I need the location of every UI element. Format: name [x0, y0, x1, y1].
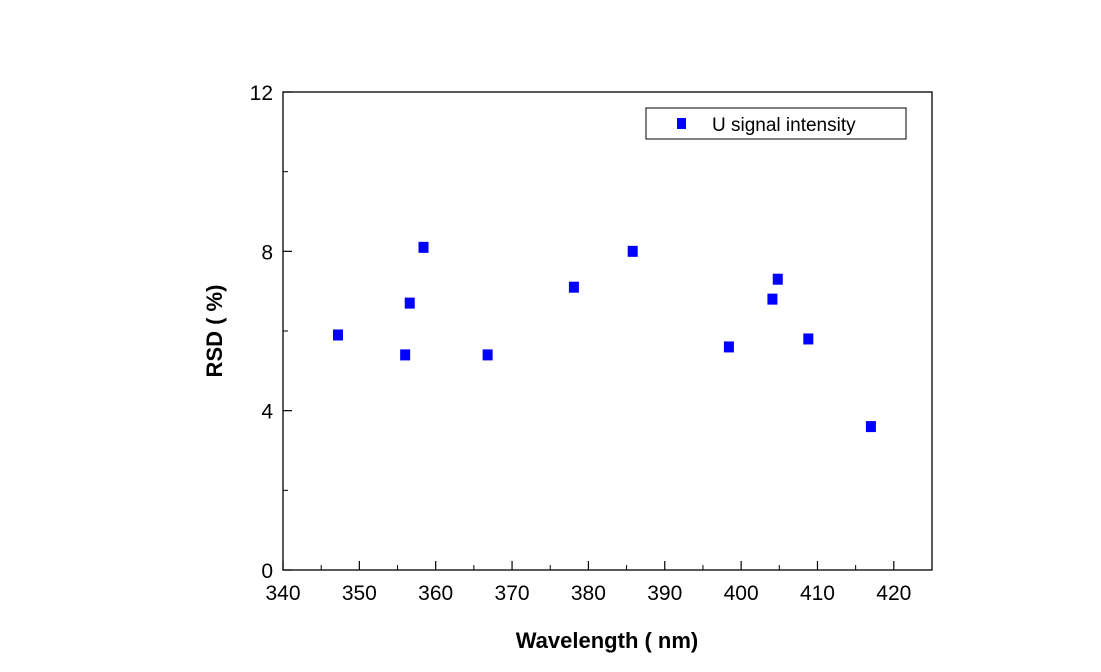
data-point [772, 273, 783, 285]
y-axis-title: RSD ( %) [202, 285, 227, 378]
data-point [723, 341, 734, 353]
data-point [404, 297, 415, 309]
scatter-chart: 340 350 360 370 380 390 400 410 420 0 4 8 12 Wavelen… [202, 82, 933, 653]
plot-frame [282, 91, 933, 571]
data-point [865, 421, 876, 433]
x-axis-title: Wavelength ( nm) [516, 628, 699, 653]
data-point [803, 333, 814, 345]
data-point [568, 281, 579, 293]
x-tick-label: 350 [342, 582, 377, 605]
x-tick-label: 370 [495, 582, 530, 605]
data-point [482, 349, 493, 361]
x-tick-label: 420 [876, 582, 911, 605]
y-tick-label: 8 [261, 241, 273, 264]
data-point [418, 241, 429, 253]
y-tick-label: 4 [261, 401, 273, 424]
y-tick-label: 0 [261, 560, 273, 583]
legend-label: U signal intensity [712, 115, 856, 136]
data-points [332, 241, 876, 433]
data-point [332, 329, 343, 341]
y-tick-label: 12 [250, 82, 273, 105]
data-point [627, 245, 638, 257]
data-point [767, 293, 778, 305]
legend: U signal intensity [645, 107, 907, 140]
x-tick-label: 410 [800, 582, 835, 605]
x-tick-label: 400 [724, 582, 759, 605]
x-tick-label: 390 [647, 582, 682, 605]
data-point [400, 349, 411, 361]
x-tick-label: 340 [265, 582, 300, 605]
x-tick-label: 380 [571, 582, 606, 605]
x-tick-label: 360 [418, 582, 453, 605]
legend-marker [677, 118, 686, 129]
